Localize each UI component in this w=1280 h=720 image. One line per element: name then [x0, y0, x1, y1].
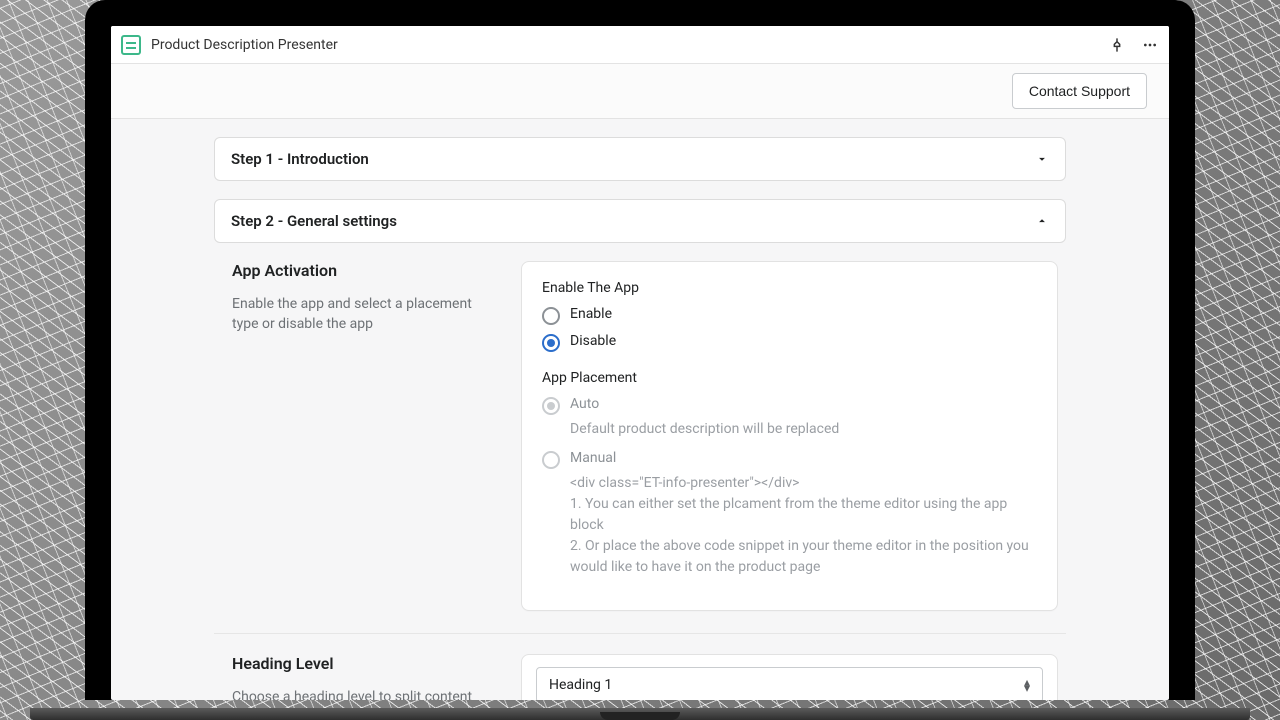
radio-icon	[542, 397, 560, 415]
step1-accordion: Step 1 - Introduction	[214, 137, 1066, 181]
heading-level-select[interactable]: Heading 1 ▴▾	[536, 667, 1043, 700]
titlebar: Product Description Presenter	[111, 26, 1169, 64]
more-icon[interactable]	[1141, 37, 1159, 53]
radio-icon	[542, 334, 560, 352]
step2-header[interactable]: Step 2 - General settings	[215, 200, 1065, 242]
manual-line2: 2. Or place the above code snippet in yo…	[570, 536, 1037, 578]
step1-header[interactable]: Step 1 - Introduction	[215, 138, 1065, 180]
radio-icon	[542, 307, 560, 325]
heading-level-card: Heading 1 ▴▾	[521, 654, 1058, 700]
contact-support-button[interactable]: Contact Support	[1012, 73, 1147, 109]
laptop-base	[30, 708, 1250, 720]
activation-card: Enable The App Enable Disable	[521, 261, 1058, 611]
manual-code: <div class="ET-info-presenter"></div>	[570, 473, 1037, 494]
activation-description: Enable the app and select a placement ty…	[232, 294, 497, 335]
enable-option-label: Enable	[570, 306, 612, 322]
topbar: Contact Support	[111, 64, 1169, 119]
placement-manual-label: Manual	[570, 450, 616, 466]
activation-heading: App Activation	[232, 261, 497, 280]
app-activation-row: App Activation Enable the app and select…	[214, 261, 1066, 634]
radio-icon	[542, 451, 560, 469]
heading-level-row: Heading Level Choose a heading level to …	[214, 654, 1066, 700]
disable-radio[interactable]: Disable	[542, 333, 1037, 352]
placement-label: App Placement	[542, 370, 1037, 386]
step2-title: Step 2 - General settings	[231, 212, 397, 230]
laptop-frame: Product Description Presenter Contact Su…	[85, 0, 1195, 700]
app-title: Product Description Presenter	[151, 37, 338, 53]
step1-title: Step 1 - Introduction	[231, 150, 369, 168]
content-scroll[interactable]: Step 1 - Introduction Step 2 - General s…	[111, 119, 1169, 700]
pin-icon[interactable]	[1109, 37, 1125, 53]
placement-auto-desc: Default product description will be repl…	[570, 419, 1037, 440]
heading-level-heading: Heading Level	[232, 654, 497, 673]
heading-level-value: Heading 1	[549, 677, 612, 693]
placement-manual-radio[interactable]: Manual	[542, 450, 1037, 469]
step2-accordion: Step 2 - General settings	[214, 199, 1066, 243]
laptop-notch	[600, 712, 680, 720]
chevron-up-icon	[1035, 214, 1049, 228]
select-caret-icon: ▴▾	[1024, 679, 1030, 691]
manual-line1: 1. You can either set the plcament from …	[570, 494, 1037, 536]
placement-auto-radio[interactable]: Auto	[542, 396, 1037, 415]
chevron-down-icon	[1035, 152, 1049, 166]
heading-level-description: Choose a heading level to split content …	[232, 687, 497, 700]
enable-app-label: Enable The App	[542, 280, 1037, 296]
disable-option-label: Disable	[570, 333, 616, 349]
app-screen: Product Description Presenter Contact Su…	[111, 26, 1169, 700]
step2-body: App Activation Enable the app and select…	[214, 243, 1066, 700]
app-icon	[121, 35, 141, 55]
placement-auto-label: Auto	[570, 396, 599, 412]
placement-manual-desc: <div class="ET-info-presenter"></div> 1.…	[570, 473, 1037, 578]
enable-radio[interactable]: Enable	[542, 306, 1037, 325]
